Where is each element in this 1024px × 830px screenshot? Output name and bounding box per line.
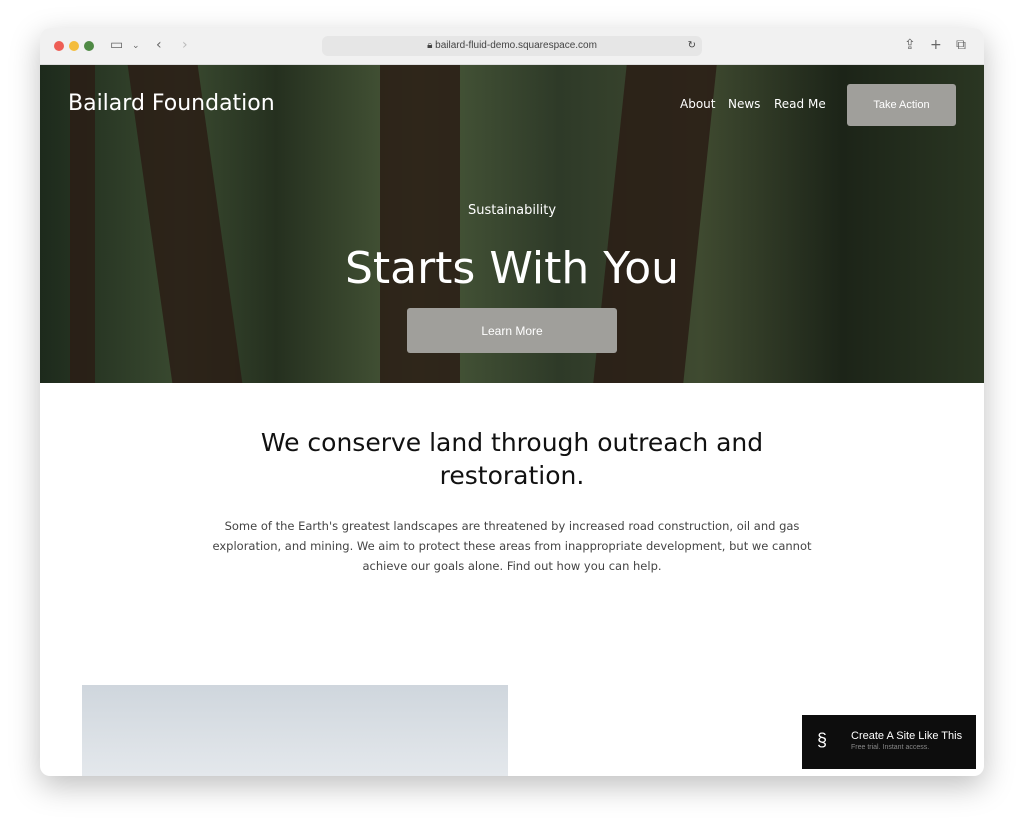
back-icon[interactable]: ‹ [156, 37, 162, 53]
share-icon[interactable]: ⇪ [904, 37, 916, 53]
minimize-window-button[interactable] [69, 41, 79, 51]
nav-about[interactable]: About [680, 97, 715, 111]
hero-section: Bailard Foundation About News Read Me Ta… [40, 65, 984, 383]
site-logo[interactable]: Bailard Foundation [68, 91, 275, 116]
browser-window: ▭ ⌄ ‹ › 🔒︎ bailard-fluid-demo.squarespac… [40, 28, 984, 776]
badge-subtitle: Free trial. Instant access. [851, 744, 930, 751]
intro-heading: We conserve land through outreach and re… [260, 428, 764, 490]
squarespace-badge[interactable]: § Create A Site Like This Free trial. In… [802, 715, 976, 769]
badge-title: Create A Site Like This [851, 730, 963, 742]
landscape-image [82, 685, 508, 776]
close-window-button[interactable] [54, 41, 64, 51]
intro-body: Some of the Earth's greatest landscapes … [212, 519, 812, 573]
reload-icon[interactable]: ↻ [688, 36, 696, 56]
maximize-window-button[interactable] [84, 41, 94, 51]
tabs-overview-icon[interactable]: ⧉ [956, 37, 966, 53]
hero-kicker: Sustainability [467, 203, 557, 218]
nav-news[interactable]: News [728, 97, 760, 111]
lock-icon: 🔒︎ [427, 40, 436, 51]
sidebar-icon[interactable]: ▭ [110, 37, 123, 53]
forward-icon[interactable]: › [182, 37, 188, 53]
browser-toolbar: ▭ ⌄ ‹ › 🔒︎ bailard-fluid-demo.squarespac… [40, 28, 984, 65]
chevron-down-icon[interactable]: ⌄ [132, 41, 140, 51]
take-action-button[interactable]: Take Action [847, 84, 956, 126]
squarespace-logo-icon: § [817, 730, 828, 750]
hero-title: Starts With You [344, 243, 680, 294]
learn-more-button[interactable]: Learn More [407, 308, 617, 353]
nav-read-me[interactable]: Read Me [774, 97, 826, 111]
address-bar[interactable]: 🔒︎ bailard-fluid-demo.squarespace.com ↻ [322, 36, 702, 56]
new-tab-icon[interactable]: + [930, 37, 942, 53]
